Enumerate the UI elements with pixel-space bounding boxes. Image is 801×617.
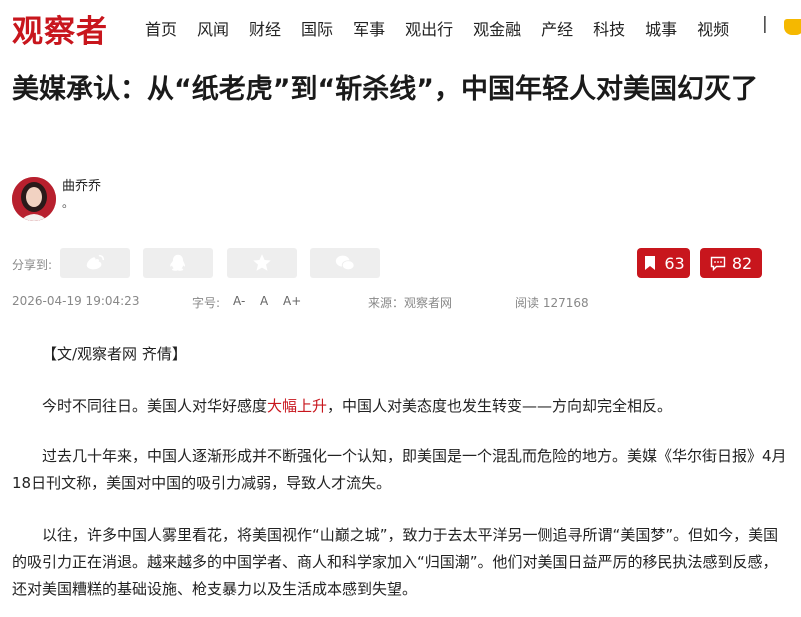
- vip-crown-icon[interactable]: [784, 19, 801, 35]
- author-avatar[interactable]: [12, 177, 56, 221]
- share-qzone-button[interactable]: [227, 248, 297, 278]
- nav-item-home[interactable]: 首页: [145, 16, 177, 40]
- nav-item-city[interactable]: 城事: [645, 16, 677, 40]
- font-size-increase[interactable]: A+: [283, 294, 301, 308]
- main-nav: 首页 风闻 财经 国际 军事 观出行 观金融 产经 科技 城事 视频: [145, 16, 749, 40]
- author-description: 。: [62, 196, 75, 210]
- read-count: 阅读 127168: [515, 296, 589, 310]
- nav-separator: |: [762, 14, 768, 34]
- article-source: 来源：观察者网: [368, 296, 453, 310]
- top-nav-bar: 观察者 首页 风闻 财经 国际 军事 观出行 观金融 产经 科技 城事 视频 |: [0, 0, 801, 52]
- article-byline: 【文/观察者网 齐倩】: [42, 345, 187, 363]
- share-label: 分享到:: [12, 258, 53, 272]
- font-size-default[interactable]: A: [260, 294, 268, 308]
- article-paragraph-3: 以往，许多中国人雾里看花，将美国视作“山巅之城”，致力于去太平洋另一侧追寻所谓“…: [12, 526, 779, 598]
- comment-button[interactable]: 82: [700, 248, 762, 278]
- nav-item-travel[interactable]: 观出行: [405, 16, 453, 40]
- publish-date: 2026-04-19 19:04:23: [12, 294, 140, 308]
- nav-item-tech[interactable]: 科技: [593, 16, 625, 40]
- site-logo[interactable]: 观察者: [12, 6, 108, 51]
- qq-icon: [170, 254, 185, 271]
- bookmark-count: 63: [664, 253, 685, 273]
- nav-item-industry[interactable]: 产经: [541, 16, 573, 40]
- p1-text-after: ，中国人对美态度也发生转变——方向却完全相反。: [327, 397, 673, 415]
- weibo-icon: [86, 254, 105, 270]
- article-paragraph-1: 今时不同往日。美国人对华好感度大幅上升，中国人对美态度也发生转变——方向却完全相…: [12, 393, 787, 420]
- nav-item-video[interactable]: 视频: [697, 16, 729, 40]
- font-size-decrease[interactable]: A-: [233, 294, 245, 308]
- wechat-icon: [335, 255, 355, 271]
- share-qq-button[interactable]: [143, 248, 213, 278]
- font-size-label: 字号:: [192, 296, 221, 310]
- nav-item-fengwen[interactable]: 风闻: [197, 16, 229, 40]
- bookmark-icon: [645, 256, 656, 270]
- article-paragraph-2: 过去几十年来，中国人逐渐形成并不断强化一个认知，即美国是一个混乱而危险的地方。美…: [12, 447, 787, 492]
- bookmark-button[interactable]: 63: [637, 248, 690, 278]
- comment-count: 82: [731, 253, 753, 273]
- p1-highlight-link[interactable]: 大幅上升: [267, 397, 327, 415]
- share-wechat-button[interactable]: [310, 248, 380, 278]
- p1-text-before: 今时不同往日。美国人对华好感度: [42, 397, 268, 415]
- share-weibo-button[interactable]: [60, 248, 130, 278]
- nav-item-international[interactable]: 国际: [301, 16, 333, 40]
- article-page: 观察者 首页 风闻 财经 国际 军事 观出行 观金融 产经 科技 城事 视频 |…: [0, 0, 801, 617]
- comment-icon: [710, 256, 726, 271]
- article-title: 美媒承认：从“纸老虎”到“斩杀线”，中国年轻人对美国幻灭了: [12, 74, 758, 105]
- qzone-star-icon: [253, 254, 271, 271]
- author-name[interactable]: 曲乔乔: [62, 175, 101, 194]
- nav-item-military[interactable]: 军事: [353, 16, 385, 40]
- nav-item-finance[interactable]: 财经: [249, 16, 281, 40]
- nav-item-fintech[interactable]: 观金融: [473, 16, 521, 40]
